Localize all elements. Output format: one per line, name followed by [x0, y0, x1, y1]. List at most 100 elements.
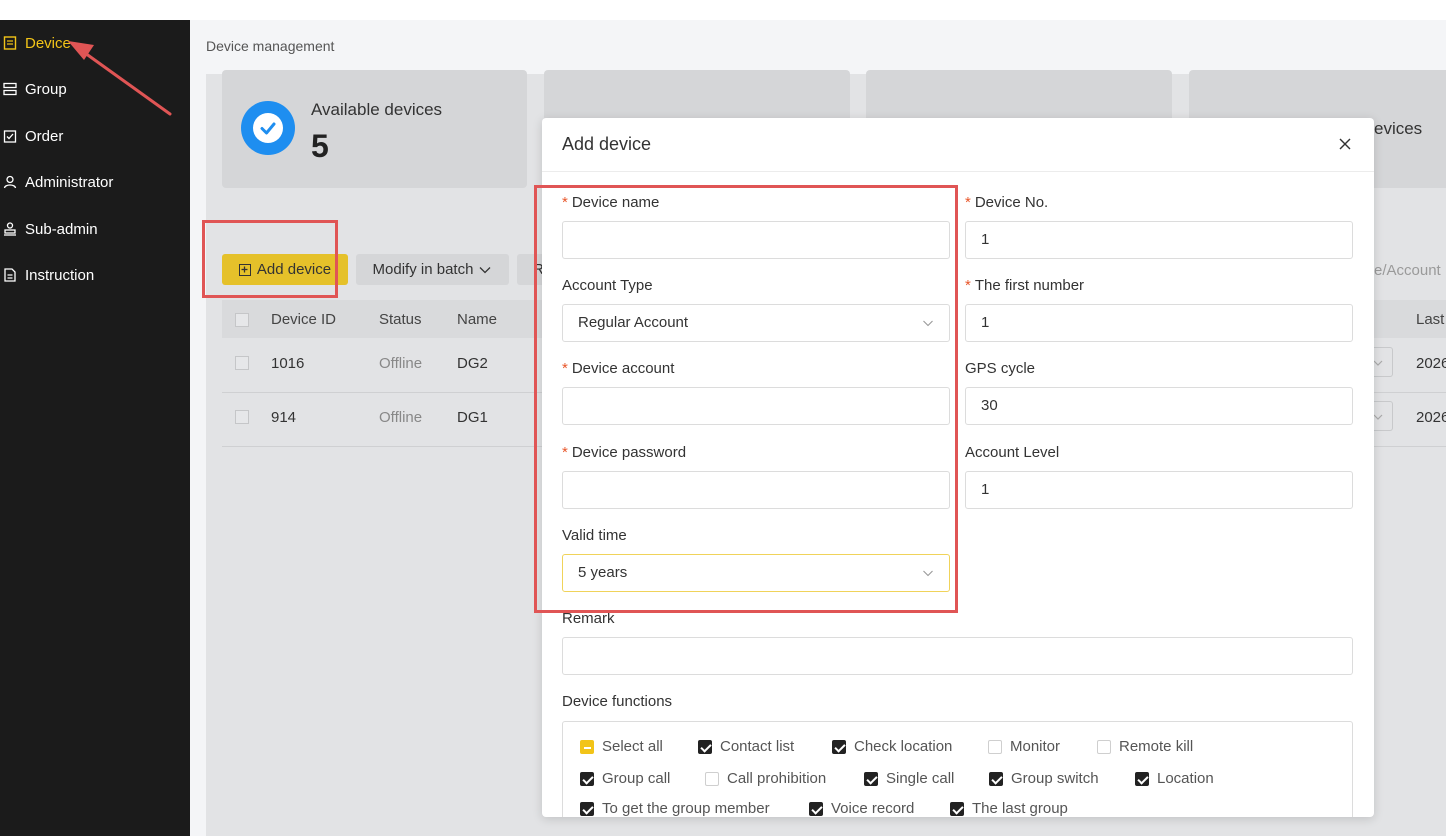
column-header-name: Name: [457, 311, 498, 328]
checkbox-unchecked[interactable]: [705, 771, 719, 786]
checkbox-checked[interactable]: [809, 801, 823, 816]
option-label: Remote kill: [1119, 738, 1194, 755]
sidebar-item-sub-admin[interactable]: Sub-admin: [0, 215, 98, 243]
function-last-group[interactable]: The last group: [950, 800, 1068, 817]
gps-cycle-input[interactable]: 30: [965, 387, 1353, 425]
close-icon[interactable]: [1337, 136, 1353, 152]
stat-value: 5: [311, 128, 329, 164]
checkbox-checked[interactable]: [989, 771, 1003, 786]
document-text-icon: [4, 268, 16, 282]
annotation-box-form-fields: [534, 185, 958, 613]
checkbox-checked[interactable]: [950, 801, 964, 816]
annotation-arrow-icon: [68, 41, 172, 116]
checkbox-checked[interactable]: [832, 739, 846, 754]
option-label: The last group: [972, 800, 1068, 817]
checkbox-unchecked[interactable]: [988, 739, 1002, 754]
account-level-label: Account Level: [965, 444, 1060, 461]
gps-cycle-label: GPS cycle: [965, 360, 1036, 377]
sidebar-item-group[interactable]: Group: [0, 75, 67, 103]
cell-status: Offline: [379, 409, 423, 426]
checkbox-checked[interactable]: [580, 771, 594, 786]
function-call-prohibition[interactable]: Call prohibition: [705, 770, 826, 787]
stat-label: Available devices: [311, 100, 443, 119]
option-label: Monitor: [1010, 738, 1061, 755]
option-label: Group call: [602, 770, 671, 787]
required-asterisk: *: [965, 277, 971, 294]
required-asterisk: *: [965, 194, 971, 211]
document-list-icon: [3, 36, 17, 50]
stat-card-available: Available devices 5: [222, 70, 527, 188]
device-no-label: * Device No.: [965, 194, 1048, 211]
column-header-status: Status: [379, 311, 422, 328]
verified-badge-icon: [241, 101, 295, 155]
sidebar-item-administrator[interactable]: Administrator: [0, 168, 113, 196]
search-input-placeholder[interactable]: e/Account: [1374, 262, 1441, 279]
user-icon: [3, 175, 17, 189]
checkbox-checked[interactable]: [580, 801, 594, 816]
function-location[interactable]: Location: [1135, 770, 1214, 787]
cell-name: DG2: [457, 355, 488, 372]
device-no-input[interactable]: 1: [965, 221, 1353, 259]
function-remote-kill[interactable]: Remote kill: [1097, 738, 1193, 755]
cell-name: DG1: [457, 409, 488, 426]
modify-in-batch-button[interactable]: Modify in batch: [356, 254, 509, 285]
select-all-rows-checkbox[interactable]: [235, 313, 249, 327]
function-check-location[interactable]: Check location: [832, 738, 952, 755]
device-functions-label: Device functions: [562, 693, 673, 710]
modify-in-batch-label: Modify in batch: [372, 261, 474, 278]
remark-input[interactable]: [562, 637, 1353, 675]
label-text: Device No.: [974, 194, 1049, 211]
first-number-label: * The first number: [965, 277, 1084, 294]
option-label: Check location: [854, 738, 953, 755]
sidebar-item-order[interactable]: Order: [0, 122, 63, 150]
checkbox-checked[interactable]: [864, 771, 878, 786]
function-get-group-member[interactable]: To get the group member: [580, 800, 770, 817]
first-number-input[interactable]: 1: [965, 304, 1353, 342]
function-voice-record[interactable]: Voice record: [809, 800, 914, 817]
option-label: Contact list: [720, 738, 795, 755]
sidebar-item-label: Administrator: [25, 173, 114, 191]
chevron-down-icon: [1373, 414, 1383, 420]
option-label: Group switch: [1011, 770, 1099, 787]
checkbox-unchecked[interactable]: [1097, 739, 1111, 754]
function-contact-list[interactable]: Contact list: [698, 738, 794, 755]
row-checkbox[interactable]: [235, 410, 249, 424]
chevron-down-icon: [479, 266, 491, 273]
checkbox-indeterminate[interactable]: [580, 739, 594, 754]
cell-last: 2026: [1416, 409, 1446, 426]
checkbox-checked[interactable]: [1135, 771, 1149, 786]
dialog-divider: [542, 171, 1374, 172]
stat-label-partial: evices: [1374, 119, 1423, 138]
function-single-call[interactable]: Single call: [864, 770, 954, 787]
sidebar: Device Group Order Administrator Sub-adm…: [0, 20, 190, 836]
sidebar-item-instruction[interactable]: Instruction: [0, 261, 94, 289]
cell-last: 2026: [1416, 355, 1446, 372]
sidebar-item-label: Instruction: [25, 266, 95, 284]
option-label: Call prohibition: [727, 770, 827, 787]
column-header-last: Last: [1416, 311, 1445, 328]
account-level-input[interactable]: 1: [965, 471, 1353, 509]
row-checkbox[interactable]: [235, 356, 249, 370]
stamp-icon: [4, 222, 16, 236]
checkbox-checked[interactable]: [698, 739, 712, 754]
function-group-call[interactable]: Group call: [580, 770, 670, 787]
function-group-switch[interactable]: Group switch: [989, 770, 1099, 787]
label-text: The first number: [974, 277, 1085, 294]
function-monitor[interactable]: Monitor: [988, 738, 1060, 755]
column-header-device-id: Device ID: [271, 311, 337, 328]
option-label: Voice record: [831, 800, 915, 817]
chevron-down-icon: [1373, 360, 1383, 366]
clipboard-check-icon: [3, 130, 17, 143]
cell-device-id: 914: [271, 409, 297, 426]
server-stack-icon: [3, 82, 17, 96]
sidebar-item-label: Order: [25, 127, 64, 145]
function-select-all[interactable]: Select all: [580, 738, 663, 755]
top-strip: [0, 0, 1446, 20]
option-label: Single call: [886, 770, 955, 787]
breadcrumb: Device management: [206, 38, 335, 54]
device-functions-box: Select all Contact list Check location M…: [562, 721, 1353, 817]
option-label: To get the group member: [602, 800, 770, 817]
option-label: Location: [1157, 770, 1214, 787]
dialog-title: Add device: [562, 134, 652, 154]
cell-device-id: 1016: [271, 355, 305, 372]
